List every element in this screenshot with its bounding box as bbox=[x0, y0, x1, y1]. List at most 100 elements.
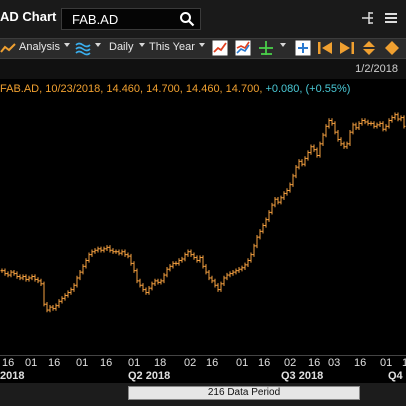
price-bar bbox=[339, 137, 343, 147]
interval-menu[interactable]: Daily bbox=[109, 41, 133, 53]
price-bar bbox=[396, 112, 400, 122]
price-bar bbox=[291, 173, 295, 187]
price-bar bbox=[384, 124, 388, 132]
price-bar bbox=[147, 285, 151, 295]
search-icon[interactable] bbox=[179, 11, 195, 27]
x-tick-label: 01 bbox=[25, 357, 38, 369]
price-bar bbox=[375, 122, 379, 129]
price-bar bbox=[24, 274, 28, 282]
x-period-label: Q2 2018 bbox=[128, 370, 171, 382]
line-chart-icon[interactable] bbox=[212, 40, 228, 56]
price-bar bbox=[120, 249, 124, 256]
chevron-down-icon[interactable] bbox=[64, 43, 70, 47]
price-bar bbox=[102, 246, 106, 253]
price-bar bbox=[186, 249, 190, 257]
price-bar bbox=[96, 246, 100, 253]
scale-icon[interactable] bbox=[361, 40, 377, 56]
price-bar bbox=[144, 287, 148, 295]
price-bar bbox=[42, 281, 46, 307]
price-bar bbox=[309, 144, 313, 155]
price-bar bbox=[234, 268, 238, 275]
price-bar bbox=[183, 252, 187, 262]
price-bar bbox=[315, 147, 319, 158]
price-bar bbox=[387, 118, 391, 129]
price-bar bbox=[321, 132, 325, 147]
price-bar bbox=[15, 271, 19, 279]
style-icon[interactable] bbox=[75, 40, 91, 56]
price-bar bbox=[153, 278, 157, 286]
range-menu[interactable]: This Year bbox=[149, 41, 195, 53]
price-bar bbox=[45, 302, 49, 313]
price-bar bbox=[312, 144, 316, 152]
price-bar bbox=[90, 249, 94, 257]
price-bar bbox=[342, 141, 346, 149]
chevron-down-icon[interactable] bbox=[199, 43, 205, 47]
x-tick-label: 16 bbox=[206, 357, 219, 369]
price-bar bbox=[51, 304, 55, 311]
price-bar bbox=[306, 150, 310, 161]
x-tick-label: 16 bbox=[308, 357, 321, 369]
fit-icon[interactable] bbox=[384, 40, 400, 56]
chevron-down-icon[interactable] bbox=[139, 43, 145, 47]
price-chart[interactable] bbox=[0, 79, 406, 355]
price-bar bbox=[87, 252, 91, 263]
price-bar bbox=[252, 243, 256, 257]
chart-plot-area[interactable] bbox=[0, 79, 406, 355]
compare-chart-icon[interactable] bbox=[235, 40, 251, 56]
x-tick-label: 01 bbox=[128, 357, 141, 369]
menu-icon[interactable] bbox=[384, 11, 398, 25]
chevron-down-icon[interactable] bbox=[95, 43, 101, 47]
x-axis-days: 16 01 16 01 16 01 18 02 16 01 16 02 16 03 16 01 16 bbox=[0, 355, 406, 370]
price-bar bbox=[33, 274, 37, 282]
x-period-label: Q4 bbox=[388, 370, 403, 382]
chevron-down-icon[interactable] bbox=[280, 43, 286, 47]
x-tick-label: 16 bbox=[402, 357, 406, 369]
x-tick-label: 02 bbox=[284, 357, 297, 369]
crosshair-icon[interactable] bbox=[258, 40, 274, 56]
price-bar bbox=[243, 262, 247, 270]
analysis-menu[interactable]: Analysis bbox=[19, 41, 60, 53]
zoom-icon[interactable] bbox=[295, 40, 311, 56]
price-bar bbox=[18, 274, 22, 281]
symbol-input[interactable]: FAB.AD bbox=[72, 12, 118, 27]
analysis-icon[interactable] bbox=[0, 40, 16, 56]
date-label: 1/2/2018 bbox=[355, 63, 398, 75]
price-bar bbox=[324, 124, 328, 138]
quote-change: +0.080, (+0.55%) bbox=[265, 83, 351, 95]
price-bar bbox=[276, 197, 280, 205]
tree-icon[interactable] bbox=[358, 10, 374, 26]
price-bar bbox=[180, 256, 184, 263]
price-bar bbox=[192, 252, 196, 260]
price-bar bbox=[249, 252, 253, 263]
price-bar bbox=[348, 129, 352, 147]
price-bar bbox=[123, 249, 127, 257]
price-bar bbox=[69, 287, 73, 295]
price-bar bbox=[357, 121, 361, 130]
price-bar bbox=[303, 156, 307, 167]
price-bar bbox=[126, 252, 130, 259]
scroll-left-icon[interactable] bbox=[317, 40, 333, 56]
price-bar bbox=[255, 234, 259, 249]
data-period-bar[interactable]: 216 Data Period bbox=[128, 386, 360, 400]
x-tick-label: 16 bbox=[258, 357, 271, 369]
price-bar bbox=[129, 253, 133, 266]
price-bar bbox=[72, 283, 76, 292]
price-bar bbox=[285, 188, 289, 196]
price-bar bbox=[171, 261, 175, 269]
price-bar bbox=[237, 267, 241, 273]
x-period-label: Q3 2018 bbox=[281, 370, 324, 382]
price-bar bbox=[264, 217, 268, 228]
date-bar: 1/2/2018 bbox=[0, 59, 406, 79]
symbol-search-box[interactable]: FAB.AD bbox=[61, 8, 201, 30]
price-bar bbox=[228, 271, 232, 278]
price-bar bbox=[57, 299, 61, 308]
price-bar bbox=[135, 268, 139, 284]
price-bar bbox=[84, 258, 88, 269]
price-bar bbox=[60, 296, 64, 304]
price-bar bbox=[3, 268, 7, 276]
chart-toolbar: Analysis Daily This Year bbox=[0, 38, 406, 59]
price-bar bbox=[195, 255, 199, 263]
price-bar bbox=[189, 249, 193, 257]
scroll-right-icon[interactable] bbox=[339, 40, 355, 56]
x-tick-label: 01 bbox=[380, 357, 393, 369]
